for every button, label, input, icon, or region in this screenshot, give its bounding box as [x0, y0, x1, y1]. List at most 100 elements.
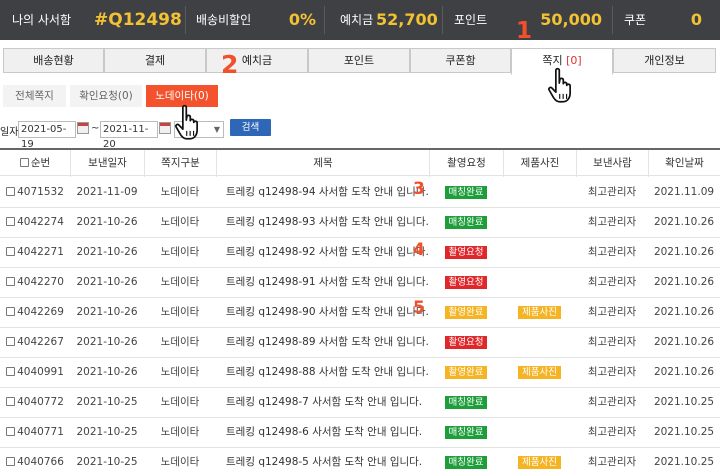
row-checkbox[interactable]	[6, 217, 16, 226]
product-photo-badge[interactable]: 제품사진	[518, 455, 561, 469]
message-title-link[interactable]: 트레킹 q12498-93 사서함 도착 안내 입니다.	[216, 208, 429, 237]
message-title-link[interactable]: 트레킹 q12498-6 사서함 도착 안내 입니다.	[216, 418, 429, 447]
date-label: 일자	[0, 127, 19, 138]
row-number-cell: 4042271	[0, 238, 70, 267]
to-date-input[interactable]: 2021-11-20	[100, 121, 158, 150]
sender: 최고관리자	[587, 426, 637, 438]
photo-request-cell: 매칭완료	[429, 208, 503, 237]
annotation-number: 1	[516, 18, 533, 44]
chevron-down-icon: ▼	[213, 125, 220, 134]
table-row[interactable]: 4040766 2021-10-25 노데이타 트레킹 q12498-5 사서함 도착…	[0, 448, 720, 474]
sender: 최고관리자	[587, 246, 637, 258]
row-checkbox[interactable]	[6, 367, 16, 376]
message-type: 노데이타	[160, 216, 200, 228]
message-id: 4040771	[17, 426, 64, 438]
photo-status-badge[interactable]: 매칭완료	[444, 215, 488, 229]
photo-status-badge[interactable]: 매칭완료	[444, 455, 488, 469]
deposit-value: 52,700	[376, 10, 438, 29]
photo-request-cell: 매칭완료	[429, 178, 503, 207]
message-id: 4040772	[17, 396, 64, 408]
sent-date: 2021-10-26	[76, 336, 138, 348]
product-photo-badge[interactable]: 제품사진	[518, 305, 561, 319]
photo-status-badge[interactable]: 매칭완료	[444, 395, 488, 409]
photo-request-cell: 촬영요청	[429, 268, 503, 297]
message-title-link[interactable]: 트레킹 q12498-90 사서함 도착 안내 입니다.	[216, 298, 429, 327]
photo-request-cell: 촬영완료	[429, 298, 503, 327]
photo-status-badge[interactable]: 촬영요청	[444, 245, 488, 259]
tab-payment[interactable]: 결제	[104, 48, 206, 73]
message-id: 4071532	[17, 186, 64, 198]
message-type: 노데이타	[160, 396, 200, 408]
calendar-icon[interactable]	[159, 122, 171, 134]
column-header-sender: 보낸사람	[576, 150, 648, 177]
annotation-number: 3	[413, 179, 425, 199]
confirm-date: 2021.10.25	[653, 396, 715, 408]
row-checkbox[interactable]	[6, 187, 16, 196]
product-photo-cell	[503, 388, 576, 417]
message-title-link[interactable]: 트레킹 q12498-92 사서함 도착 안내 입니다.	[216, 238, 429, 267]
from-date-input[interactable]: 2021-05-19	[18, 121, 76, 150]
confirm-date: 2021.10.26	[653, 366, 715, 378]
row-checkbox[interactable]	[6, 457, 16, 466]
tab-points[interactable]: 포인트	[308, 48, 410, 73]
annotation-number: 2	[221, 50, 239, 79]
message-id: 4042270	[17, 276, 64, 288]
row-checkbox[interactable]	[6, 277, 16, 286]
table-row[interactable]: 4042269 2021-10-26 노데이타 트레킹 q12498-90 사서함 도…	[0, 298, 720, 328]
message-type: 노데이타	[160, 426, 200, 438]
product-photo-cell	[503, 268, 576, 297]
column-header-confirm-date: 확인날짜	[648, 150, 720, 177]
product-photo-badge[interactable]: 제품사진	[518, 365, 561, 379]
row-checkbox[interactable]	[6, 247, 16, 256]
photo-status-badge[interactable]: 촬영요청	[444, 275, 488, 289]
row-checkbox[interactable]	[6, 427, 16, 436]
table-row[interactable]: 4042271 2021-10-26 노데이타 트레킹 q12498-92 사서함 도…	[0, 238, 720, 268]
row-number-cell: 4042267	[0, 328, 70, 357]
message-title-link[interactable]: 트레킹 q12498-7 사서함 도착 안내 입니다.	[216, 388, 429, 417]
column-header-sent-date: 보낸일자	[70, 150, 144, 177]
sent-date: 2021-10-26	[76, 276, 138, 288]
sent-date: 2021-10-26	[76, 306, 138, 318]
photo-status-badge[interactable]: 촬영완료	[444, 365, 488, 379]
sender: 최고관리자	[587, 456, 637, 468]
tab-coupons[interactable]: 쿠폰함	[410, 48, 511, 73]
table-row[interactable]: 4040991 2021-10-26 노데이타 트레킹 q12498-88 사서함 도…	[0, 358, 720, 388]
photo-status-badge[interactable]: 매칭완료	[444, 185, 488, 199]
table-row[interactable]: 4042270 2021-10-26 노데이타 트레킹 q12498-91 사서함 도…	[0, 268, 720, 298]
message-type: 노데이타	[160, 456, 200, 468]
message-title-link[interactable]: 트레킹 q12498-89 사서함 도착 안내 입니다.	[216, 328, 429, 357]
message-title-link[interactable]: 트레킹 q12498-94 사서함 도착 안내 입니다.	[216, 178, 429, 207]
tab-label: 쿠폰함	[445, 54, 476, 67]
table-row[interactable]: 4042274 2021-10-26 노데이타 트레킹 q12498-93 사서함 도…	[0, 208, 720, 238]
photo-request-cell: 매칭완료	[429, 418, 503, 447]
message-type: 노데이타	[160, 306, 200, 318]
tab-profile[interactable]: 개인정보	[613, 48, 716, 73]
select-all-checkbox[interactable]	[19, 158, 29, 167]
tab-shipping-status[interactable]: 배송현황	[3, 48, 104, 73]
message-title-link[interactable]: 트레킹 q12498-88 사서함 도착 안내 입니다.	[216, 358, 429, 387]
subtab-all-messages[interactable]: 전체쪽지	[3, 85, 66, 107]
subtab-confirm-request[interactable]: 확인요청(0)	[70, 85, 142, 107]
sender: 최고관리자	[587, 336, 637, 348]
message-title-link[interactable]: 트레킹 q12498-5 사서함 도착 안내 입니다.	[216, 448, 429, 474]
shipping-discount-value: 0%	[288, 10, 316, 29]
row-checkbox[interactable]	[6, 397, 16, 406]
photo-status-badge[interactable]: 촬영완료	[444, 305, 488, 319]
message-title-link[interactable]: 트레킹 q12498-91 사서함 도착 안내 입니다.	[216, 268, 429, 297]
table-row[interactable]: 4040772 2021-10-25 노데이타 트레킹 q12498-7 사서함 도착…	[0, 388, 720, 418]
row-checkbox[interactable]	[6, 307, 16, 316]
photo-status-badge[interactable]: 매칭완료	[444, 425, 488, 439]
photo-status-badge[interactable]: 촬영요청	[444, 335, 488, 349]
row-number-cell: 4042269	[0, 298, 70, 327]
photo-request-cell: 촬영완료	[429, 358, 503, 387]
row-checkbox[interactable]	[6, 337, 16, 346]
calendar-icon[interactable]	[77, 122, 89, 134]
table-row[interactable]: 4042267 2021-10-26 노데이타 트레킹 q12498-89 사서함 도…	[0, 328, 720, 358]
search-button[interactable]: 검색	[230, 119, 271, 136]
message-id: 4042269	[17, 306, 64, 318]
product-photo-cell	[503, 178, 576, 207]
row-number-cell: 4042274	[0, 208, 70, 237]
table-row[interactable]: 4071532 2021-11-09 노데이타 트레킹 q12498-94 사서함 도…	[0, 178, 720, 208]
table-row[interactable]: 4040771 2021-10-25 노데이타 트레킹 q12498-6 사서함 도착…	[0, 418, 720, 448]
confirm-date: 2021.10.26	[653, 246, 715, 258]
